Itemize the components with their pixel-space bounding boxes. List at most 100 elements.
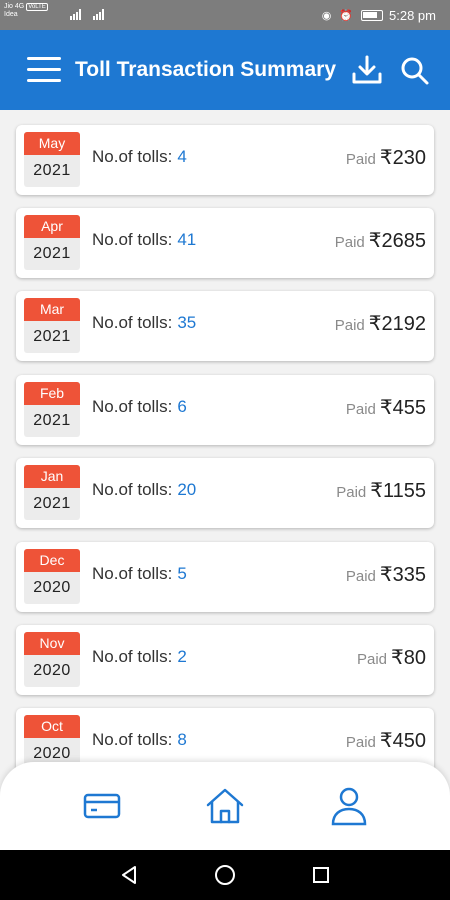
tolls-value: 5 <box>177 564 187 583</box>
paid-amount: Paid ₹1155 <box>336 478 426 503</box>
signal-icon <box>93 9 104 20</box>
tolls-label: No.of tolls: <box>92 397 173 416</box>
tolls-value: 6 <box>177 397 187 416</box>
transaction-card[interactable]: Nov 2020 No.of tolls: 2 Paid ₹80 <box>16 625 434 695</box>
date-badge: Dec 2020 <box>24 549 80 604</box>
badge-month: May <box>24 132 80 155</box>
transaction-card[interactable]: Apr 2021 No.of tolls: 41 Paid ₹2685 <box>16 208 434 278</box>
date-badge: Feb 2021 <box>24 382 80 437</box>
toll-count: No.of tolls: 35 <box>92 313 196 333</box>
carrier-2: Idea <box>4 11 18 18</box>
page-title: Toll Transaction Summary <box>75 58 337 81</box>
date-badge: May 2021 <box>24 132 80 187</box>
carrier-1: Jio 4G <box>4 3 25 10</box>
download-icon[interactable] <box>350 54 384 86</box>
badge-month: Dec <box>24 549 80 572</box>
tolls-label: No.of tolls: <box>92 480 173 499</box>
toll-count: No.of tolls: 8 <box>92 730 187 750</box>
paid-amount: Paid ₹2192 <box>335 311 426 336</box>
paid-label: Paid <box>336 484 367 501</box>
home-button[interactable] <box>212 862 238 888</box>
toll-count: No.of tolls: 41 <box>92 230 196 250</box>
badge-month: Nov <box>24 632 80 655</box>
battery-icon <box>361 10 384 21</box>
paid-amount: Paid ₹80 <box>357 645 426 670</box>
status-right: ◉ ⏰ 5:28 pm <box>322 8 436 23</box>
transaction-card[interactable]: Mar 2021 No.of tolls: 35 Paid ₹2192 <box>16 291 434 361</box>
recents-button[interactable] <box>308 862 334 888</box>
badge-month: Feb <box>24 382 80 405</box>
paid-label: Paid <box>356 651 388 668</box>
amount-value: ₹335 <box>379 564 426 586</box>
tolls-label: No.of tolls: <box>92 730 173 749</box>
transaction-card[interactable]: Jan 2021 No.of tolls: 20 Paid ₹1155 <box>16 458 434 528</box>
badge-year: 2021 <box>33 328 71 345</box>
date-badge: Jan 2021 <box>24 465 80 520</box>
paid-label: Paid <box>345 568 376 585</box>
search-icon[interactable] <box>400 56 430 86</box>
transaction-card[interactable]: Oct 2020 No.of tolls: 8 Paid ₹450 <box>16 708 434 770</box>
date-badge: Nov 2020 <box>24 632 80 687</box>
badge-month: Apr <box>24 215 80 238</box>
date-badge: Apr 2021 <box>24 215 80 270</box>
tolls-label: No.of tolls: <box>92 313 173 332</box>
paid-amount: Paid ₹335 <box>346 562 426 587</box>
profile-icon <box>331 787 367 826</box>
paid-amount: Paid ₹450 <box>346 728 426 753</box>
home-circle-icon <box>215 865 235 885</box>
signal-icon <box>70 9 81 20</box>
badge-year: 2021 <box>33 162 71 179</box>
tolls-value: 4 <box>177 147 187 166</box>
toll-count: No.of tolls: 2 <box>92 647 187 667</box>
transaction-card[interactable]: May 2021 No.of tolls: 4 Paid ₹230 <box>16 125 434 195</box>
tolls-value: 2 <box>177 647 187 666</box>
paid-amount: Paid ₹230 <box>346 145 426 170</box>
home-icon <box>206 788 244 824</box>
toll-count: No.of tolls: 20 <box>92 480 196 500</box>
signal-icons <box>70 9 104 20</box>
tolls-label: No.of tolls: <box>92 147 173 166</box>
bottom-nav <box>0 762 450 850</box>
nav-cards[interactable] <box>80 784 124 828</box>
badge-year: 2021 <box>33 495 71 512</box>
badge-month: Mar <box>24 298 80 321</box>
tolls-value: 8 <box>177 730 187 749</box>
back-button[interactable] <box>116 862 142 888</box>
badge-year: 2021 <box>33 412 71 429</box>
date-badge: Mar 2021 <box>24 298 80 353</box>
paid-amount: Paid ₹2685 <box>335 228 426 253</box>
amount-value: ₹2685 <box>368 230 426 252</box>
paid-label: Paid <box>345 151 376 168</box>
amount-value: ₹2192 <box>368 313 426 335</box>
badge-year: 2021 <box>33 245 71 262</box>
alarm-icon: ⏰ <box>339 10 356 22</box>
toll-count: No.of tolls: 5 <box>92 564 187 584</box>
tolls-label: No.of tolls: <box>92 564 173 583</box>
back-icon <box>122 866 136 884</box>
badge-month: Oct <box>24 715 80 738</box>
eye-icon: ◉ <box>321 10 334 22</box>
tolls-label: No.of tolls: <box>92 230 173 249</box>
app-bar: Toll Transaction Summary <box>0 30 450 110</box>
nav-home[interactable] <box>203 784 247 828</box>
status-bar: Jio 4G VoLTE Idea ◉ ⏰ 5:28 pm <box>0 0 450 30</box>
transaction-list: May 2021 No.of tolls: 4 Paid ₹230 Apr 2021… <box>0 110 450 770</box>
toll-count: No.of tolls: 4 <box>92 147 187 167</box>
paid-label: Paid <box>345 401 376 418</box>
tolls-value: 20 <box>177 480 197 499</box>
recents-icon <box>313 867 329 883</box>
carrier-info: Jio 4G VoLTE Idea <box>4 3 48 19</box>
amount-value: ₹455 <box>379 397 426 419</box>
transaction-card[interactable]: Dec 2020 No.of tolls: 5 Paid ₹335 <box>16 542 434 612</box>
amount-value: ₹1155 <box>370 480 426 502</box>
tolls-value: 35 <box>177 313 197 332</box>
menu-icon[interactable] <box>27 57 61 83</box>
tolls-value: 41 <box>177 230 197 249</box>
tolls-label: No.of tolls: <box>92 647 173 666</box>
paid-amount: Paid ₹455 <box>346 395 426 420</box>
badge-year: 2020 <box>33 662 71 679</box>
nav-profile[interactable] <box>327 784 371 828</box>
card-icon <box>83 793 121 819</box>
badge-year: 2020 <box>33 579 71 596</box>
transaction-card[interactable]: Feb 2021 No.of tolls: 6 Paid ₹455 <box>16 375 434 445</box>
